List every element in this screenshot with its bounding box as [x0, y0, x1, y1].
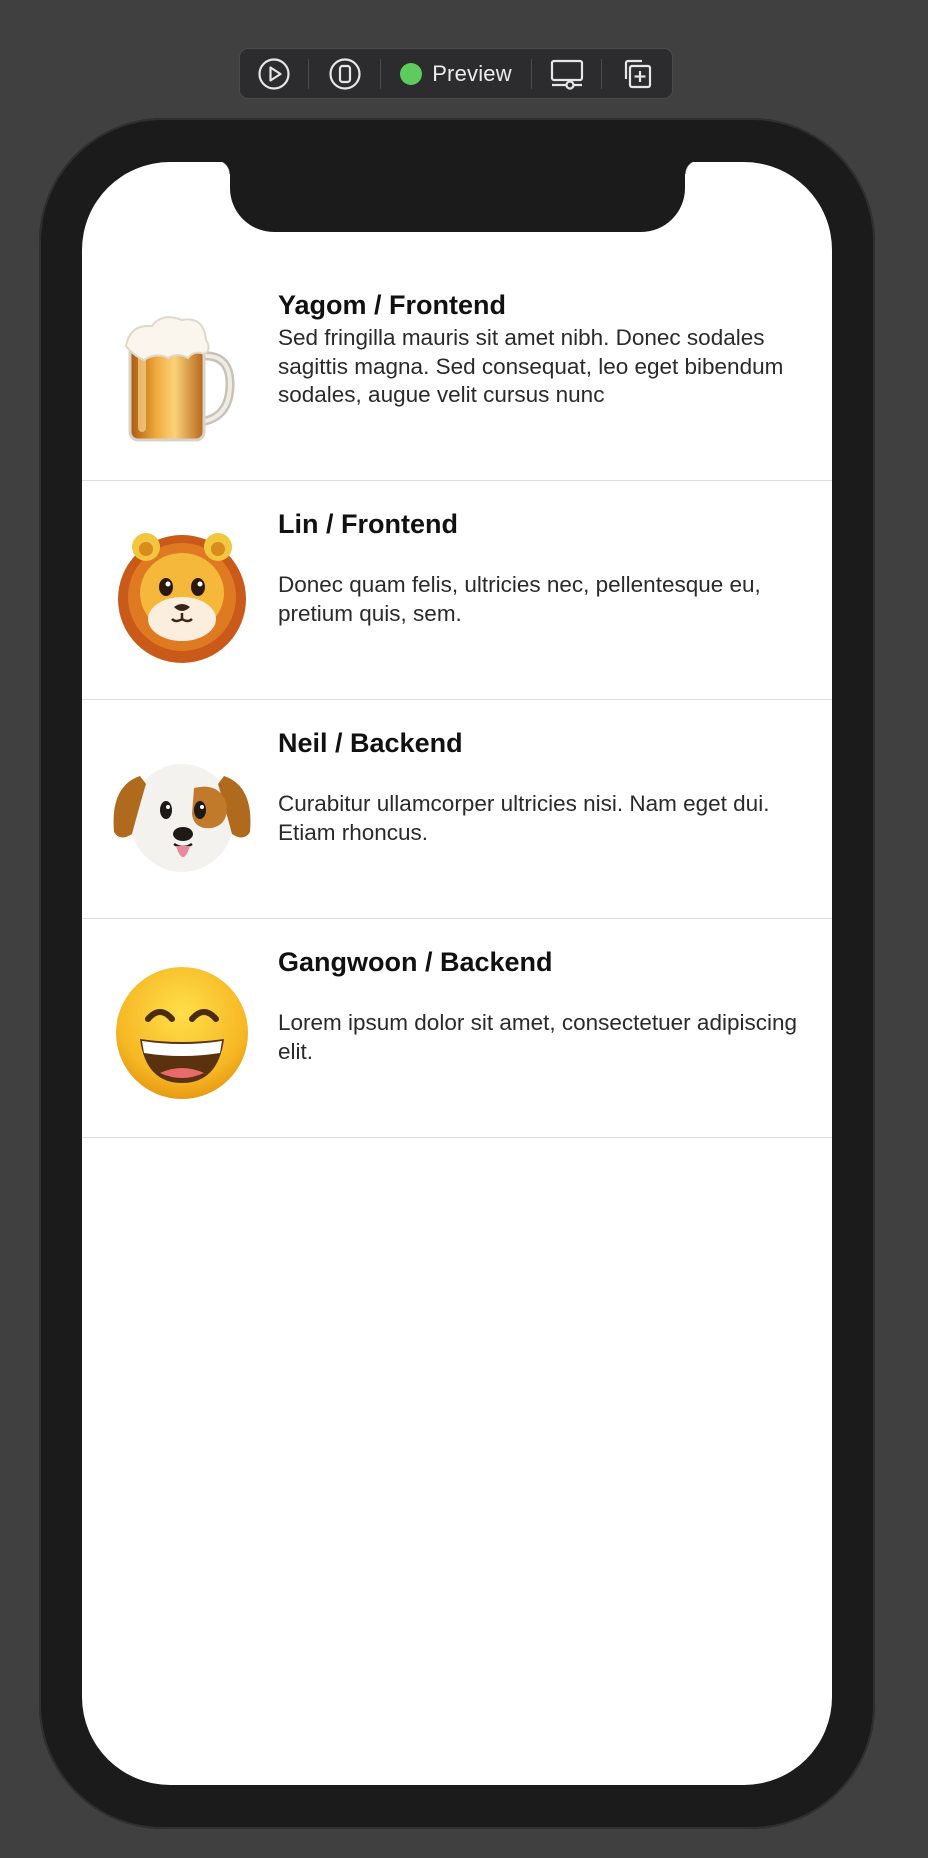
profile-list: Yagom / Frontend Sed fringilla mauris si… [82, 262, 832, 1138]
device-screen: Yagom / Frontend Sed fringilla mauris si… [82, 162, 832, 1785]
list-item[interactable]: Neil / Backend Curabitur ullamcorper ult… [82, 700, 832, 919]
preview-toolbar: Preview [239, 48, 673, 99]
duplicate-icon [620, 57, 654, 91]
device-settings-button[interactable] [309, 48, 381, 99]
duplicate-preview-button[interactable] [602, 48, 672, 99]
list-item-text: Lin / Frontend Donec quam felis, ultrici… [278, 507, 798, 628]
list-item-text: Yagom / Frontend Sed fringilla mauris si… [278, 288, 798, 410]
display-settings-button[interactable] [532, 48, 602, 99]
list-item[interactable]: Yagom / Frontend Sed fringilla mauris si… [82, 262, 832, 481]
device-icon [328, 57, 362, 91]
puppy-face-icon [110, 742, 254, 886]
grinning-face-icon [110, 961, 254, 1105]
list-item-title: Neil / Backend [278, 728, 463, 758]
play-circle-icon [257, 57, 291, 91]
lion-face-icon [110, 523, 254, 667]
list-item-text: Gangwoon / Backend Lorem ipsum dolor sit… [278, 945, 798, 1066]
live-preview-button[interactable] [240, 48, 308, 99]
list-item[interactable]: Lin / Frontend Donec quam felis, ultrici… [82, 481, 832, 700]
display-settings-icon [549, 57, 585, 91]
list-item-title: Yagom / Frontend [278, 290, 507, 320]
list-item-description: Sed fringilla mauris sit amet nibh. Done… [278, 325, 784, 407]
preview-label: Preview [432, 60, 512, 86]
list-item-description: Curabitur ullamcorper ultricies nisi. Na… [278, 791, 770, 845]
device-notch [216, 162, 699, 232]
list-item-description: Lorem ipsum dolor sit amet, consectetuer… [278, 1010, 797, 1064]
list-item-title: Lin / Frontend [278, 509, 458, 539]
list-item-text: Neil / Backend Curabitur ullamcorper ult… [278, 726, 798, 847]
list-item-title: Gangwoon / Backend [278, 947, 553, 977]
preview-mode-button[interactable]: Preview [381, 48, 530, 99]
list-item[interactable]: Gangwoon / Backend Lorem ipsum dolor sit… [82, 919, 832, 1138]
list-item-description: Donec quam felis, ultricies nec, pellent… [278, 572, 761, 626]
status-dot-icon [400, 62, 423, 85]
beer-mug-icon [110, 304, 254, 448]
